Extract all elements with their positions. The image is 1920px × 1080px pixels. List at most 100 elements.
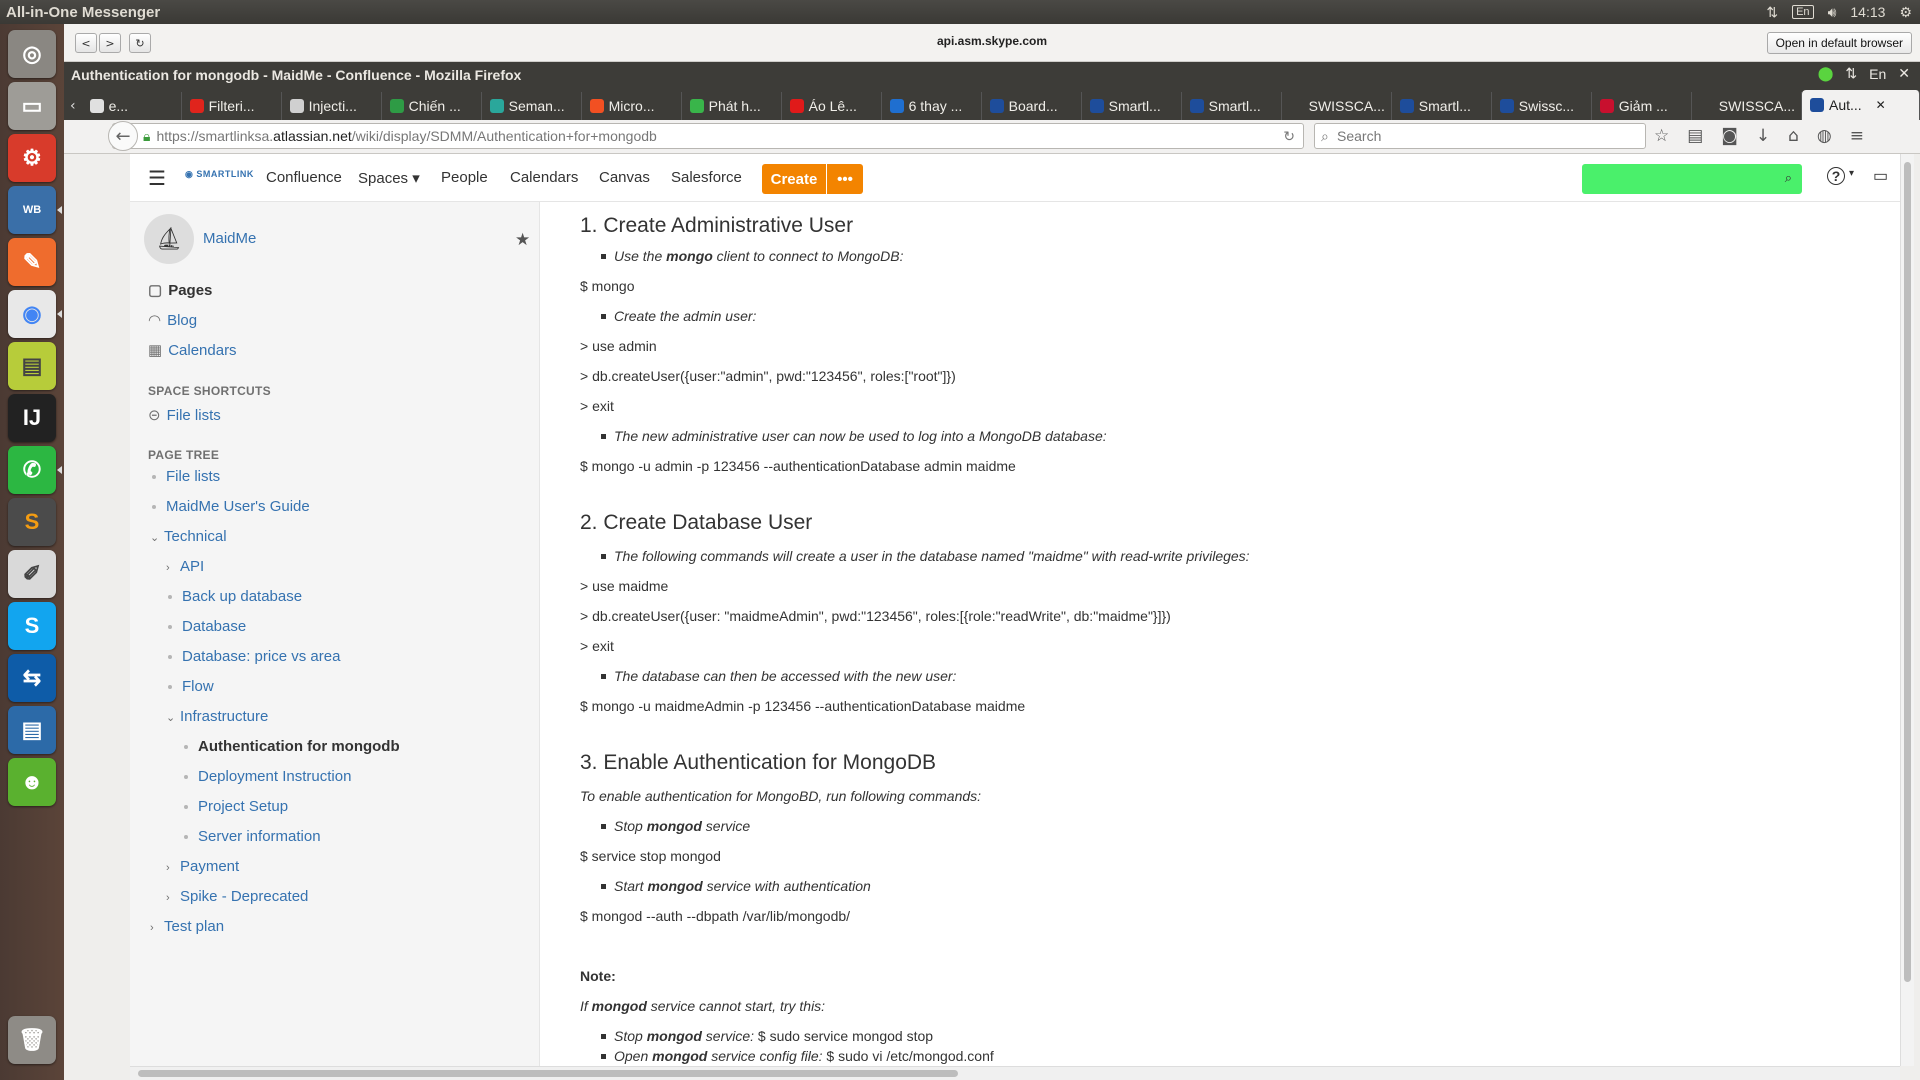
browser-tab[interactable]: SWISSCA...	[1282, 92, 1392, 120]
writer-icon[interactable]: ▤	[8, 706, 56, 754]
nav-confluence[interactable]: Confluence	[266, 169, 342, 186]
tree-item-current[interactable]: Authentication for mongodb	[184, 738, 400, 755]
create-more-button[interactable]: •••	[827, 164, 863, 194]
favourite-star-icon[interactable]: ★	[515, 230, 530, 250]
mysql-workbench-icon[interactable]: WB	[8, 186, 62, 234]
chevron-down-icon[interactable]: ▾	[1849, 168, 1854, 179]
tab-active[interactable]: Aut... ✕	[1801, 90, 1920, 120]
nav-people[interactable]: People	[441, 169, 488, 186]
android-icon[interactable]: ☻	[8, 758, 56, 806]
shortcut-file-lists[interactable]: ⊝ File lists	[148, 406, 221, 424]
browser-tab[interactable]: Micro...	[582, 92, 682, 120]
tree-item[interactable]: Flow	[168, 678, 214, 695]
browser-tab[interactable]: Seman...	[482, 92, 582, 120]
teamviewer-icon[interactable]: ⇆	[8, 654, 56, 702]
intellij-icon[interactable]: IJ	[8, 394, 56, 442]
browser-tab[interactable]: Smartl...	[1082, 92, 1182, 120]
postman-icon[interactable]: ✎	[8, 238, 56, 286]
network-icon[interactable]: ⇅	[1845, 65, 1857, 82]
browser-tab[interactable]: e...	[82, 92, 182, 120]
chat-icon[interactable]: ◍	[1817, 126, 1832, 146]
tab-scroll-left-icon[interactable]: ‹	[64, 92, 82, 120]
tab-label: Giảm ...	[1618, 98, 1668, 114]
tree-item[interactable]: Deployment Instruction	[184, 768, 351, 785]
sidebar-item-pages[interactable]: ▢ Pages	[148, 281, 212, 299]
nav-canvas[interactable]: Canvas	[599, 169, 650, 186]
vpn-icon[interactable]: ⬤	[1818, 65, 1834, 82]
back-arrow-icon[interactable]: ←	[108, 121, 138, 151]
brand-logo[interactable]: ◉ SMARTLINK	[185, 169, 254, 180]
open-default-browser-button[interactable]: Open in default browser	[1766, 32, 1912, 54]
files-icon[interactable]: ▭	[8, 82, 56, 130]
vertical-scrollbar[interactable]	[1900, 154, 1914, 1066]
nav-spaces[interactable]: Spaces ▾	[358, 169, 420, 187]
space-name[interactable]: MaidMe	[203, 230, 256, 247]
menu-icon[interactable]: ≡	[1850, 126, 1864, 146]
tree-item[interactable]: Back up database	[168, 588, 302, 605]
notifications-icon[interactable]: ▭	[1873, 166, 1888, 186]
tree-item[interactable]: ⌄ Infrastructure	[166, 708, 268, 725]
chrome-icon[interactable]: ◉	[8, 290, 62, 338]
tree-item[interactable]: › API	[166, 558, 204, 575]
trash-icon[interactable]: 🗑︎	[8, 1016, 56, 1064]
ubuntu-icon[interactable]: ◎	[8, 30, 56, 78]
browser-tab[interactable]: 6 thay ...	[882, 92, 982, 120]
help-icon[interactable]: ?	[1827, 167, 1845, 185]
address-bar[interactable]: 🔒︎ https://smartlinksa. atlassian.net/wik…	[112, 123, 1304, 149]
tree-item[interactable]: › Payment	[166, 858, 239, 875]
reading-list-icon[interactable]: ▤	[1687, 126, 1703, 146]
text-editor-icon[interactable]: ✐	[8, 550, 56, 598]
pocket-icon[interactable]: ◙	[1721, 126, 1738, 146]
whatsapp-icon[interactable]: ✆	[8, 446, 62, 494]
mute-icon[interactable]: ✕	[1898, 65, 1910, 82]
browser-tab[interactable]: Filteri...	[182, 92, 282, 120]
tree-item[interactable]: Database: price vs area	[168, 648, 340, 665]
home-icon[interactable]: ⌂	[1788, 126, 1799, 146]
browser-tab[interactable]: Phát h...	[682, 92, 782, 120]
tree-item[interactable]: Database	[168, 618, 246, 635]
search-input[interactable]: ⌕ Search	[1314, 123, 1646, 149]
horizontal-scrollbar[interactable]	[130, 1066, 1900, 1080]
keyboard-layout-indicator[interactable]: En	[1792, 5, 1814, 19]
browser-tab[interactable]: Giảm ...	[1592, 92, 1692, 120]
app-switcher-icon[interactable]: ☰	[148, 166, 166, 191]
nav-salesforce[interactable]: Salesforce	[671, 169, 742, 186]
clock[interactable]: 14:13	[1850, 4, 1885, 20]
tree-item[interactable]: › Test plan	[150, 918, 224, 935]
lock-icon: 🔒︎	[143, 127, 151, 144]
tree-item[interactable]: Project Setup	[184, 798, 288, 815]
keyboard-icon[interactable]: En	[1869, 66, 1886, 82]
tree-item[interactable]: › Spike - Deprecated	[166, 888, 308, 905]
reload-icon[interactable]: ↻	[1283, 128, 1295, 145]
tree-item[interactable]: File lists	[152, 468, 220, 485]
sidebar-item-calendars[interactable]: ▦ Calendars	[148, 341, 237, 359]
tree-item[interactable]: Server information	[184, 828, 321, 845]
close-tab-icon[interactable]: ✕	[1876, 98, 1886, 112]
network-icon[interactable]: ⇅	[1766, 4, 1778, 21]
browser-tab[interactable]: Board...	[982, 92, 1082, 120]
browser-tab[interactable]: Áo Lê...	[782, 92, 882, 120]
sublime-icon[interactable]: S	[8, 498, 56, 546]
browser-tab[interactable]: Smartl...	[1182, 92, 1282, 120]
nav-calendars[interactable]: Calendars	[510, 169, 578, 186]
browser-tab[interactable]: SWISSCA...	[1692, 92, 1802, 120]
browser-tab[interactable]: Swissc...	[1492, 92, 1592, 120]
scroll-thumb[interactable]	[1904, 162, 1911, 982]
volume-icon[interactable]: 🔊︎	[1828, 4, 1837, 21]
bookmark-star-icon[interactable]: ☆	[1654, 126, 1669, 146]
settings-icon[interactable]: ⚙	[8, 134, 56, 182]
global-search-input[interactable]: ⌕	[1582, 164, 1802, 194]
browser-tab[interactable]: Smartl...	[1392, 92, 1492, 120]
system-gear-icon[interactable]: ⚙	[1899, 4, 1912, 21]
space-avatar[interactable]: ⛵︎	[144, 214, 194, 264]
sidebar-item-blog[interactable]: ◠ Blog	[148, 311, 197, 329]
tree-item[interactable]: ⌄ Technical	[150, 528, 227, 545]
notes-icon[interactable]: ▤	[8, 342, 56, 390]
scroll-thumb[interactable]	[138, 1070, 958, 1077]
tree-item[interactable]: MaidMe User's Guide	[152, 498, 310, 515]
create-button[interactable]: Create	[762, 164, 826, 194]
browser-tab[interactable]: Chiến ...	[382, 92, 482, 120]
browser-tab[interactable]: Injecti...	[282, 92, 382, 120]
skype-icon[interactable]: S	[8, 602, 56, 650]
download-icon[interactable]: ↓	[1756, 126, 1770, 146]
